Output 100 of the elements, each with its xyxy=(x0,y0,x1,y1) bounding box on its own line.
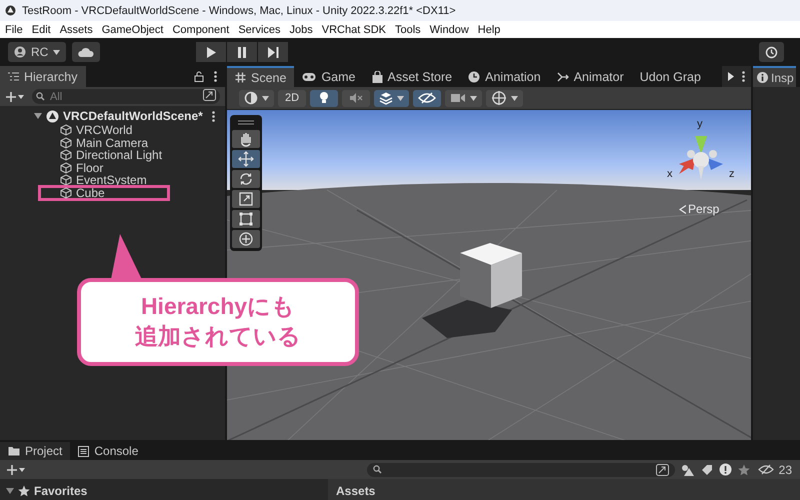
visibility-toggle-button[interactable] xyxy=(413,90,441,106)
expanded-arrow-icon[interactable] xyxy=(6,488,14,494)
cube-icon xyxy=(60,149,72,162)
menu-item[interactable]: Jobs xyxy=(290,24,313,36)
search-window-icon[interactable] xyxy=(203,89,216,101)
warning-icon[interactable] xyxy=(718,463,732,476)
gamepad-icon xyxy=(302,72,316,82)
hidden-packages-button[interactable]: 23 xyxy=(756,462,794,478)
console-icon xyxy=(78,446,90,456)
menu-item[interactable]: File xyxy=(5,24,23,36)
camera-settings-button[interactable] xyxy=(445,90,482,106)
shading-mode-button[interactable] xyxy=(239,90,274,106)
callout-text: Hierarchyにも 追加されている xyxy=(135,292,301,351)
history-button[interactable] xyxy=(759,42,784,62)
menu-item[interactable]: GameObject xyxy=(102,24,164,36)
caret-icon xyxy=(53,50,60,54)
star-icon xyxy=(18,484,30,496)
camera-icon xyxy=(450,92,466,104)
more-tabs-arrow-icon[interactable] xyxy=(728,72,734,81)
hierarchy-item[interactable]: Main Camera xyxy=(38,135,170,150)
sphere-icon xyxy=(244,91,258,105)
shopping-bag-icon xyxy=(372,70,382,82)
hierarchy-item[interactable]: VRCWorld xyxy=(38,122,170,138)
favorites-label[interactable]: Favorites xyxy=(34,484,88,498)
user-icon xyxy=(14,46,26,58)
list-icon xyxy=(8,72,19,81)
add-icon[interactable] xyxy=(6,464,25,476)
editor-tab[interactable]: Scene xyxy=(227,66,294,87)
panel-tab[interactable]: Project xyxy=(0,442,70,460)
tag-icon[interactable] xyxy=(700,464,713,476)
more-options-icon[interactable] xyxy=(742,71,745,82)
info-icon xyxy=(757,72,768,83)
history-icon xyxy=(765,46,778,58)
menu-item[interactable]: VRChat SDK xyxy=(322,24,386,36)
rect-tool-button[interactable] xyxy=(232,210,260,228)
menu-item[interactable]: Component xyxy=(172,24,230,36)
menu-item[interactable]: Services xyxy=(238,24,281,36)
star-icon[interactable] xyxy=(738,464,750,476)
gizmo-globe-icon xyxy=(491,90,507,106)
chevron-icon xyxy=(679,204,686,214)
branch-arrow-icon xyxy=(556,72,569,82)
menu-item[interactable]: Assets xyxy=(60,24,93,36)
assets-breadcrumb[interactable]: Assets xyxy=(336,484,376,498)
cube-drawing xyxy=(460,243,522,308)
caret-icon xyxy=(470,96,477,100)
more-options-icon[interactable] xyxy=(214,71,217,82)
hierarchy-item[interactable]: Cube xyxy=(38,185,170,200)
play-icon xyxy=(206,46,216,58)
eye-slashed-icon xyxy=(758,464,774,475)
effects-toggle-button[interactable] xyxy=(374,90,409,106)
lock-icon[interactable] xyxy=(194,71,204,82)
menu-item[interactable]: Window xyxy=(430,24,469,36)
z-axis-label: z xyxy=(729,168,734,180)
scene-name[interactable]: VRCDefaultWorldScene* xyxy=(63,109,208,123)
project-search-field[interactable] xyxy=(366,462,675,476)
cube-icon xyxy=(60,136,72,149)
cube-icon xyxy=(60,162,72,174)
transform-tool-button[interactable] xyxy=(232,230,260,248)
hierarchy-item[interactable]: Directional Light xyxy=(38,148,170,163)
step-button[interactable] xyxy=(258,42,288,62)
clock-icon xyxy=(468,70,480,82)
rect-icon xyxy=(237,210,255,228)
step-icon xyxy=(268,46,279,58)
scale-tool-button[interactable] xyxy=(232,190,260,208)
move-tool-button[interactable] xyxy=(232,150,260,168)
projection-label[interactable]: Persp xyxy=(688,202,720,216)
gizmos-button[interactable] xyxy=(486,90,523,106)
move-icon xyxy=(237,150,255,168)
cloud-button[interactable] xyxy=(72,42,100,62)
hierarchy-item[interactable]: Floor xyxy=(38,160,170,176)
play-button[interactable] xyxy=(196,42,226,62)
more-options-icon[interactable] xyxy=(212,110,215,122)
hash-icon xyxy=(235,72,246,83)
hierarchy-item[interactable]: EventSystem xyxy=(38,172,170,188)
cube-icon xyxy=(60,174,72,186)
caret-icon xyxy=(511,96,518,100)
audio-toggle-button[interactable] xyxy=(342,90,370,106)
search-field[interactable]: All xyxy=(32,89,220,104)
inspector-tab[interactable]: Insp xyxy=(753,66,796,87)
menu-item[interactable]: Edit xyxy=(32,24,51,36)
rotate-tool-button[interactable] xyxy=(232,170,260,188)
menu-item[interactable]: Tools xyxy=(394,24,421,36)
account-dropdown[interactable]: RC xyxy=(8,42,66,62)
pause-button[interactable] xyxy=(227,42,258,62)
unity-logo-icon xyxy=(5,5,16,16)
lighting-toggle-button[interactable] xyxy=(310,90,338,106)
search-icon xyxy=(36,92,46,101)
eye-slashed-icon xyxy=(418,92,436,104)
menu-item[interactable]: Help xyxy=(478,24,500,36)
add-icon[interactable] xyxy=(5,90,24,102)
window-title: TestRoom - VRCDefaultWorldScene - Windows, Mac, Linux - Unity 2022.3.22f1* <DX11> xyxy=(22,4,456,16)
2d-toggle-button[interactable]: 2D xyxy=(278,90,306,106)
search-icon xyxy=(372,465,383,474)
cube-icon xyxy=(60,186,72,199)
lightbulb-icon xyxy=(318,91,330,105)
hand-tool-button[interactable] xyxy=(232,130,260,148)
search-window-icon[interactable] xyxy=(656,464,669,476)
hierarchy-tab[interactable]: Hierarchy xyxy=(0,66,86,87)
expanded-arrow-icon[interactable] xyxy=(34,113,42,119)
shapes-icon[interactable] xyxy=(680,464,695,476)
